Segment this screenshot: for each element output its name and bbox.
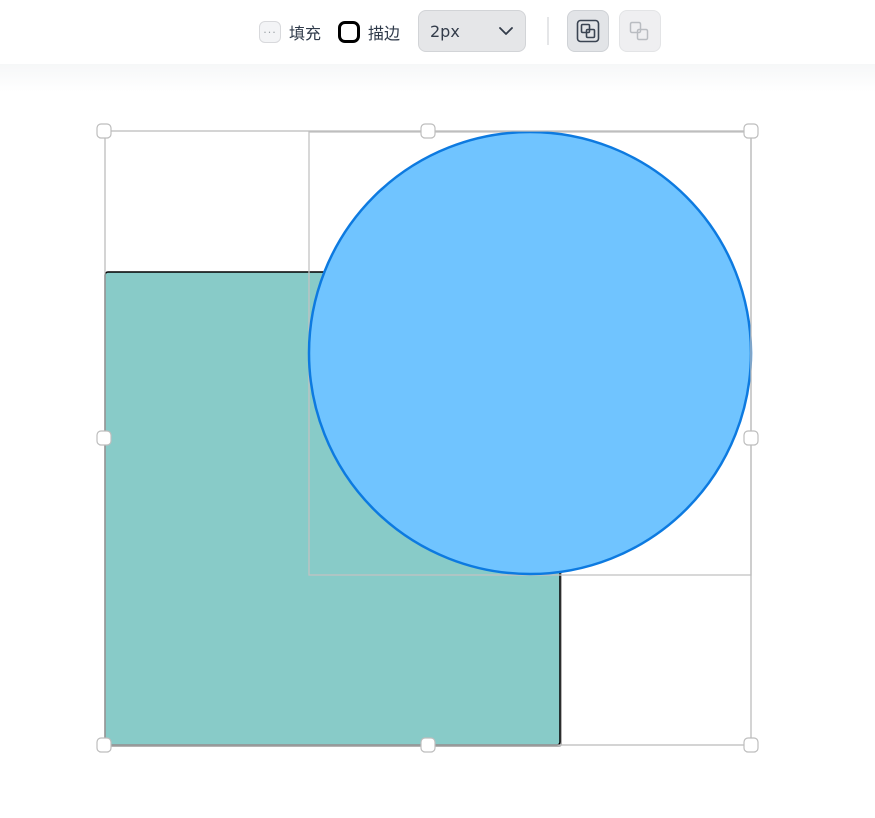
handle-top-center[interactable]: [420, 123, 436, 139]
handle-bottom-left[interactable]: [96, 737, 112, 753]
handle-top-right[interactable]: [743, 123, 759, 139]
handle-top-left[interactable]: [96, 123, 112, 139]
handle-bottom-center[interactable]: [420, 737, 436, 753]
blue-circle[interactable]: [307, 130, 753, 576]
handle-middle-right[interactable]: [743, 430, 759, 446]
drawing-canvas[interactable]: [0, 0, 875, 818]
handle-bottom-right[interactable]: [743, 737, 759, 753]
handle-middle-left[interactable]: [96, 430, 112, 446]
